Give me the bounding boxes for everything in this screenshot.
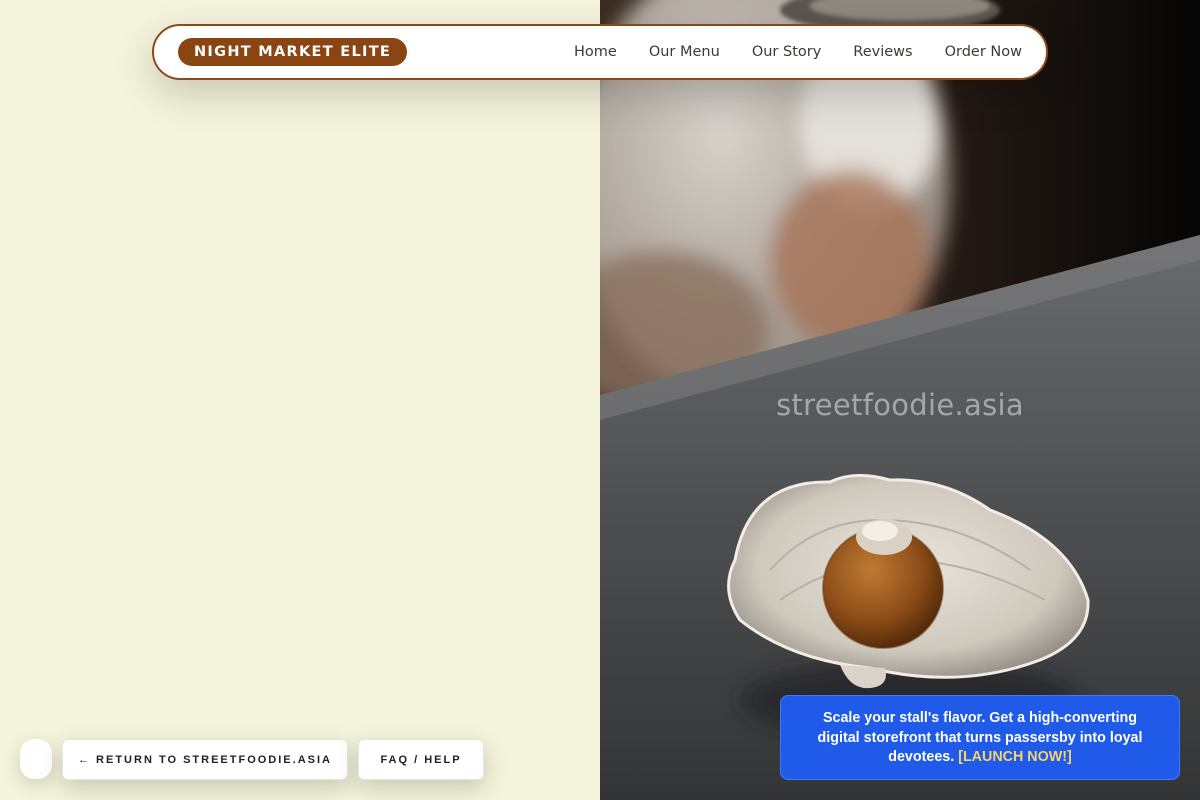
nav-links: Home Our Menu Our Story Reviews Order No… (574, 44, 1022, 60)
nav-link-our-menu[interactable]: Our Menu (649, 44, 720, 60)
brand-logo[interactable]: NIGHT MARKET ELITE (178, 38, 408, 66)
nav-link-reviews[interactable]: Reviews (853, 44, 912, 60)
launch-now-link[interactable]: [LAUNCH NOW!] (958, 749, 1072, 765)
nav-link-order-now[interactable]: Order Now (945, 44, 1022, 60)
return-to-site-button[interactable]: ← RETURN TO STREETFOODIE.ASIA (62, 739, 348, 780)
left-panel (0, 0, 600, 800)
nav-link-our-story[interactable]: Our Story (752, 44, 821, 60)
watermark-text: streetfoodie.asia (776, 388, 1024, 422)
floating-toggle-button[interactable] (20, 739, 52, 779)
promo-banner: Scale your stall's flavor. Get a high-co… (780, 695, 1180, 780)
top-navbar: NIGHT MARKET ELITE Home Our Menu Our Sto… (152, 24, 1048, 80)
faq-help-button[interactable]: FAQ / HELP (358, 739, 484, 780)
nav-link-home[interactable]: Home (574, 44, 617, 60)
